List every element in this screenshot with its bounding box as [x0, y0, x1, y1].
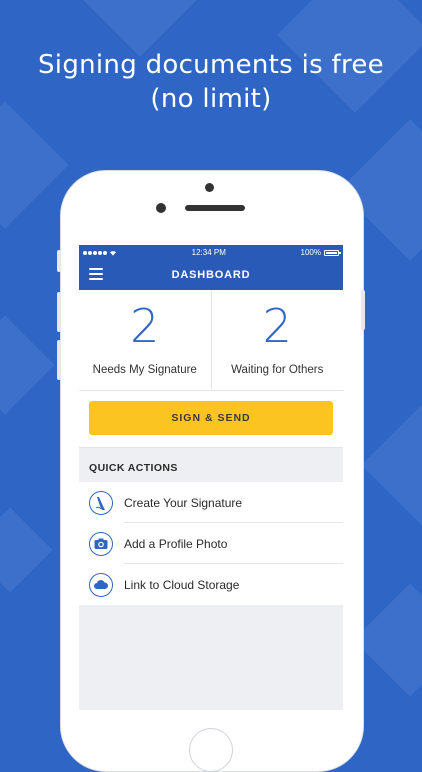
hamburger-menu-icon[interactable]	[89, 268, 103, 280]
phone-front-camera	[156, 203, 166, 213]
page-title: DASHBOARD	[171, 269, 251, 281]
link-cloud-storage-item[interactable]: Link to Cloud Storage	[79, 564, 343, 605]
phone-side-button	[57, 250, 61, 272]
create-signature-item[interactable]: Create Your Signature	[79, 482, 343, 523]
signal-dots-icon	[83, 250, 107, 255]
battery-indicator: 100%	[300, 248, 341, 257]
phone-volume-down	[57, 340, 61, 380]
nav-bar: DASHBOARD	[79, 260, 343, 290]
phone-home-button	[189, 728, 233, 772]
create-signature-label: Create Your Signature	[124, 495, 243, 510]
signature-pen-icon	[89, 490, 113, 515]
waiting-for-others-card[interactable]: 2 Waiting for Others	[210, 290, 344, 390]
waiting-for-others-count: 2	[262, 299, 292, 353]
app-screen: 12:34 PM 100% DASHBOARD 2 Needs My Signa…	[79, 245, 343, 710]
phone-speaker	[185, 205, 245, 211]
headline: Signing documents is free (no limit)	[0, 48, 422, 116]
cloud-icon	[89, 572, 113, 597]
phone-volume-up	[57, 292, 61, 332]
link-cloud-storage-label: Link to Cloud Storage	[124, 577, 240, 592]
add-profile-photo-label: Add a Profile Photo	[124, 536, 228, 551]
sign-send-area: SIGN & SEND	[79, 391, 343, 447]
headline-line-1: Signing documents is free	[38, 50, 384, 80]
signal-indicator	[83, 250, 117, 256]
needs-my-signature-count: 2	[130, 299, 160, 353]
battery-percent: 100%	[300, 248, 321, 257]
add-profile-photo-item[interactable]: Add a Profile Photo	[79, 523, 343, 564]
phone-power-button	[361, 290, 365, 330]
waiting-for-others-label: Waiting for Others	[231, 364, 324, 376]
battery-icon	[324, 249, 341, 256]
sign-and-send-button[interactable]: SIGN & SEND	[89, 401, 333, 435]
quick-actions-list: Create Your Signature Add a Profile Phot…	[79, 482, 343, 605]
camera-icon	[89, 531, 113, 556]
headline-line-2: (no limit)	[150, 84, 272, 114]
phone-camera	[205, 183, 214, 192]
wifi-icon	[110, 250, 116, 256]
quick-actions-header: QUICK ACTIONS	[79, 447, 343, 482]
status-bar: 12:34 PM 100%	[79, 245, 343, 260]
status-time: 12:34 PM	[191, 248, 226, 257]
needs-my-signature-label: Needs My Signature	[92, 364, 197, 376]
signature-counts: 2 Needs My Signature 2 Waiting for Other…	[79, 290, 343, 391]
needs-my-signature-card[interactable]: 2 Needs My Signature	[79, 290, 211, 390]
